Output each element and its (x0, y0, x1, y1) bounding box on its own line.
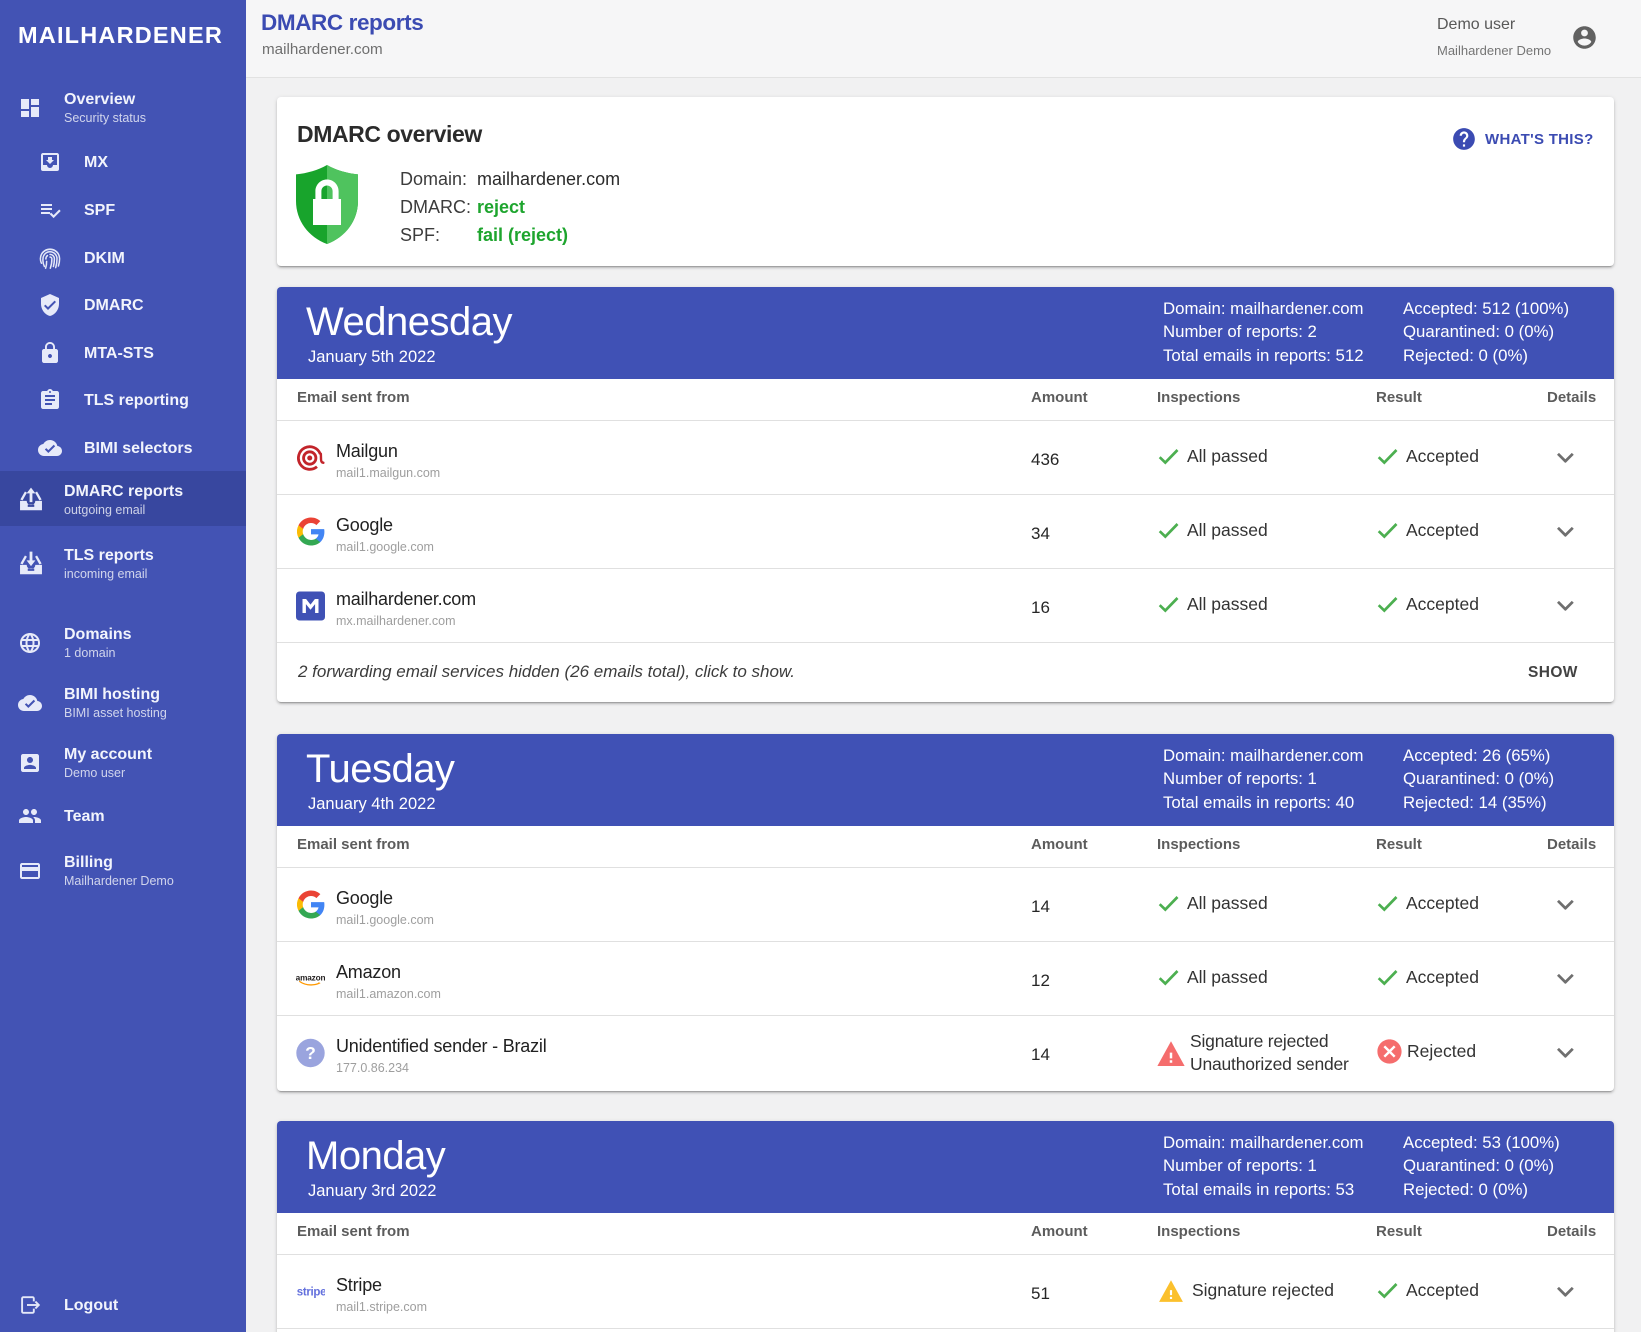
svg-text:?: ? (305, 1043, 316, 1063)
svg-text:stripe: stripe (297, 1287, 325, 1299)
